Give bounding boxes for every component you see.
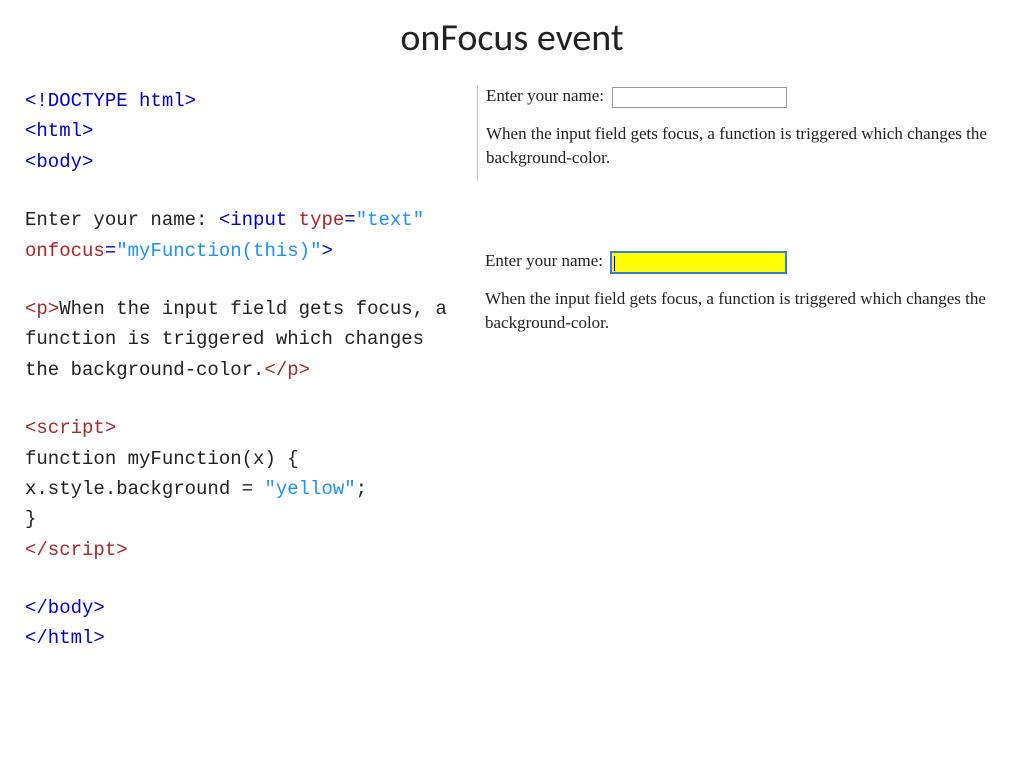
name-input-unfocused[interactable] [612,87,787,108]
code-tag: </script> [25,539,128,561]
code-text: When the input field gets focus, a funct… [25,298,447,381]
code-text: } [25,508,36,530]
code-eq: = [344,209,355,231]
code-val: "myFunction(this)" [116,240,321,262]
code-line: <!DOCTYPE html> [25,90,196,112]
code-tag: </html> [25,627,105,649]
code-line: <html> [25,120,93,142]
code-attr: type [299,209,345,231]
code-tag: <p> [25,298,59,320]
code-tag: > [321,240,332,262]
output-focused: Enter your name: When the input field ge… [485,251,995,336]
code-text: function myFunction(x) { [25,448,299,470]
code-tag: </body> [25,597,105,619]
text-cursor [614,256,615,271]
output-column: Enter your name: When the input field ge… [465,86,995,654]
output-label: Enter your name: [486,86,604,105]
code-attr: onfocus [25,240,105,262]
code-val: "text" [356,209,424,231]
code-text: x.style.background = [25,478,264,500]
output-description: When the input field gets focus, a funct… [485,287,995,336]
code-tag: </p> [264,359,310,381]
slide-title: onFocus event [0,15,1024,61]
code-line: <body> [25,151,93,173]
output-label: Enter your name: [485,251,603,270]
code-eq: = [105,240,116,262]
code-val: "yellow" [264,478,355,500]
content-row: <!DOCTYPE html> <html> <body> Enter your… [0,86,1024,654]
code-tag: <input [219,209,299,231]
code-tag: <script> [25,417,116,439]
name-input-focused[interactable] [611,252,786,273]
code-text: Enter your name: [25,209,219,231]
code-block: <!DOCTYPE html> <html> <body> Enter your… [25,86,465,654]
code-text: ; [356,478,367,500]
output-description: When the input field gets focus, a funct… [486,122,995,171]
output-unfocused: Enter your name: When the input field ge… [477,86,995,181]
